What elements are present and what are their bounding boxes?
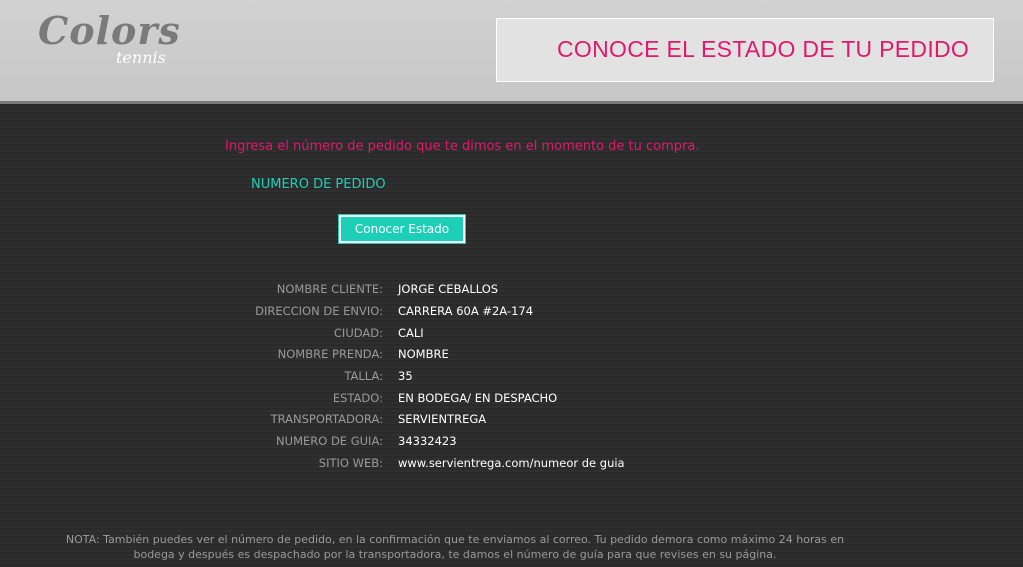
brand-logo[interactable]: Colors tennis — [36, 8, 196, 78]
detail-label: SITIO WEB: — [318, 456, 383, 470]
detail-label: NOMBRE PRENDA: — [277, 347, 383, 361]
detail-value: 34332423 — [398, 434, 457, 448]
detail-value[interactable]: www.servientrega.com/numeor de guia — [398, 456, 625, 470]
detail-row-website: SITIO WEB: www.servientrega.com/numeor d… — [0, 456, 1023, 476]
intro-text: Ingresa el número de pedido que te dimos… — [225, 139, 700, 154]
order-number-label: NUMERO DE PEDIDO — [251, 177, 386, 192]
detail-label: ESTADO: — [332, 391, 383, 405]
detail-row-carrier: TRANSPORTADORA: SERVIENTREGA — [0, 412, 1023, 432]
detail-row-city: CIUDAD: CALI — [0, 326, 1023, 346]
detail-row-tracking: NUMERO DE GUIA: 34332423 — [0, 434, 1023, 454]
detail-value: NOMBRE — [398, 347, 449, 361]
logo-main-text: Colors — [38, 8, 181, 53]
detail-value: CARRERA 60A #2A-174 — [398, 304, 534, 318]
page-title-box: CONOCE EL ESTADO DE TU PEDIDO — [496, 18, 994, 82]
page-title: CONOCE EL ESTADO DE TU PEDIDO — [557, 36, 970, 62]
detail-row-status: ESTADO: EN BODEGA/ EN DESPACHO — [0, 391, 1023, 411]
detail-row-size: TALLA: 35 — [0, 369, 1023, 389]
detail-value: EN BODEGA/ EN DESPACHO — [398, 391, 558, 405]
header: Colors tennis CONOCE EL ESTADO DE TU PED… — [0, 0, 1023, 104]
main-content: Ingresa el número de pedido que te dimos… — [0, 104, 1023, 567]
detail-label: NOMBRE CLIENTE: — [276, 282, 383, 296]
detail-row-client: NOMBRE CLIENTE: JORGE CEBALLOS — [0, 282, 1023, 302]
detail-label: NUMERO DE GUIA: — [276, 434, 383, 448]
check-status-button[interactable]: Conocer Estado — [338, 214, 466, 244]
logo-sub-text: tennis — [116, 48, 166, 67]
detail-value: JORGE CEBALLOS — [398, 282, 499, 296]
detail-row-address: DIRECCION DE ENVIO: CARRERA 60A #2A-174 — [0, 304, 1023, 324]
detail-label: CIUDAD: — [333, 326, 383, 340]
detail-label: TRANSPORTADORA: — [270, 412, 383, 426]
detail-value: 35 — [398, 369, 413, 383]
footer-note: NOTA: También puedes ver el número de pe… — [65, 533, 845, 561]
detail-row-garment: NOMBRE PRENDA: NOMBRE — [0, 347, 1023, 367]
detail-value: SERVIENTREGA — [398, 412, 487, 426]
detail-label: DIRECCION DE ENVIO: — [255, 304, 383, 318]
detail-value: CALI — [398, 326, 424, 340]
detail-label: TALLA: — [344, 369, 383, 383]
